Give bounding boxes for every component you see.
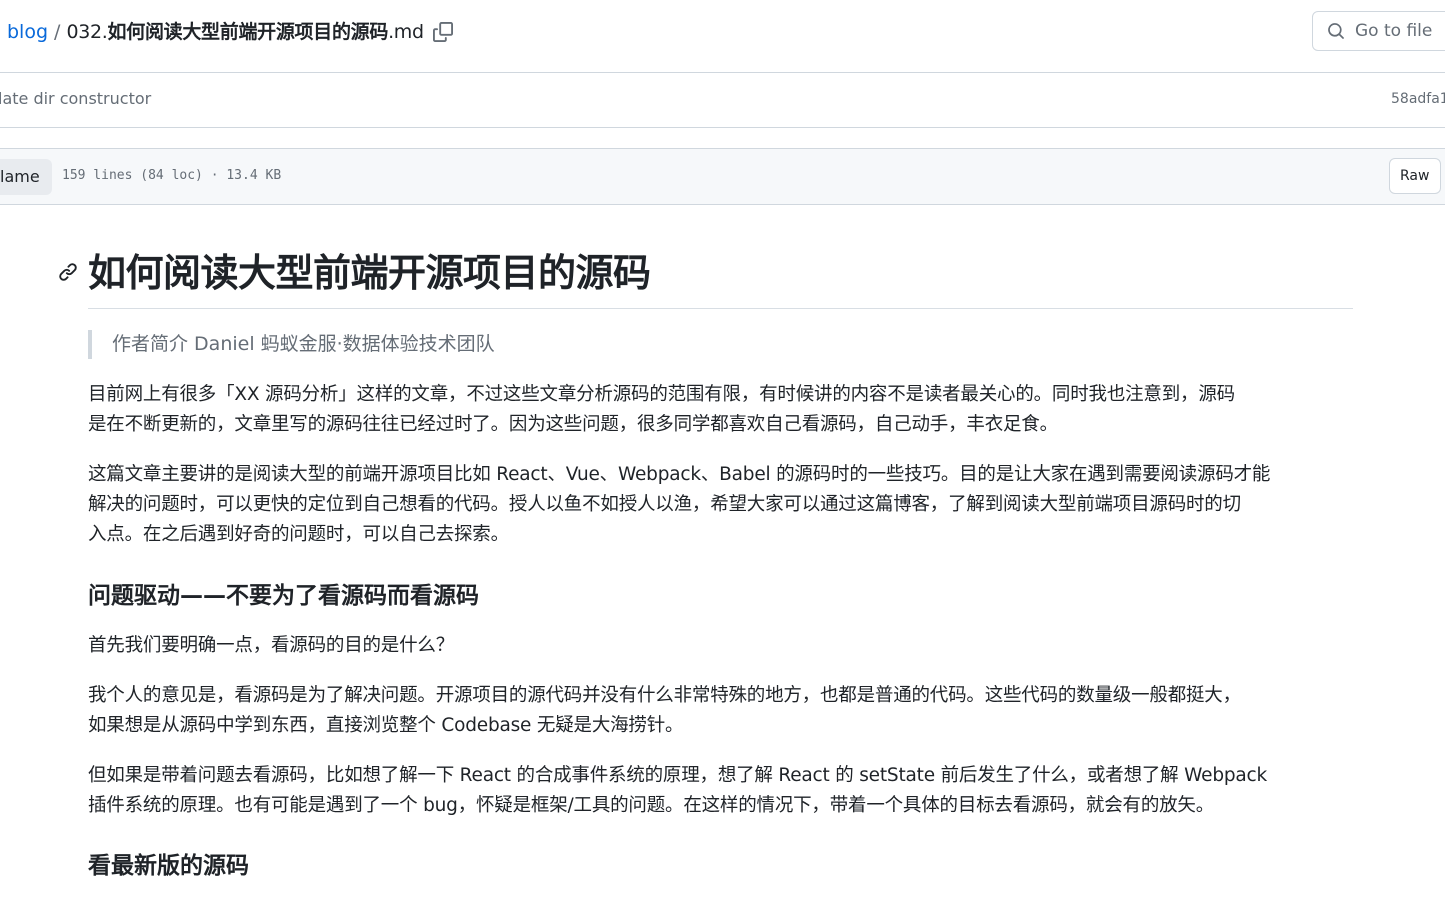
file-info: 159 lines (84 loc) · 13.4 KB bbox=[62, 168, 282, 183]
paragraph-line: 这篇文章主要讲的是阅读大型的前端开源项目比如 React、Vue、Webpack… bbox=[88, 464, 1271, 485]
search-icon bbox=[1328, 23, 1344, 39]
go-to-file-placeholder: Go to file bbox=[1355, 21, 1433, 41]
file-header: blog / 032.如何阅读大型前端开源项目的源码.md Go to file bbox=[0, 0, 1445, 72]
page: blog / 032.如何阅读大型前端开源项目的源码.md Go to file… bbox=[0, 0, 1445, 901]
paragraph-line: 首先我们要明确一点，看源码的目的是什么？ bbox=[88, 635, 455, 656]
section-heading-problem-driven: 问题驱动——不要为了看源码而看源码 bbox=[88, 583, 479, 609]
paragraph-line: 入点。在之后遇到好奇的问题时，可以自己去探索。 bbox=[88, 524, 509, 545]
paragraph-question: 首先我们要明确一点，看源码的目的是什么？ bbox=[88, 631, 1358, 661]
file-name: 032.如何阅读大型前端开源项目的源码.md bbox=[66, 19, 424, 45]
raw-button[interactable]: Raw bbox=[1389, 158, 1441, 194]
section-heading-latest-source: 看最新版的源码 bbox=[88, 853, 249, 879]
paragraph-examples: 但如果是带着问题去看源码，比如想了解一下 React 的合成事件系统的原理，想了… bbox=[88, 761, 1358, 821]
paragraph-line: 如果想是从源码中学到东西，直接浏览整个 Codebase 无疑是大海捞针。 bbox=[88, 715, 684, 736]
commit-sha[interactable]: 58adfa1 bbox=[1391, 91, 1445, 107]
paragraph-purpose: 这篇文章主要讲的是阅读大型的前端开源项目比如 React、Vue、Webpack… bbox=[88, 460, 1358, 550]
blame-button[interactable]: lame bbox=[0, 159, 52, 195]
paragraph-line: 插件系统的原理。也有可能是遇到了一个 bug，怀疑是框架/工具的问题。在这样的情… bbox=[88, 795, 1215, 816]
markdown-body: 如何阅读大型前端开源项目的源码 作者简介 Daniel 蚂蚁金服·数据体验技术团… bbox=[0, 205, 1445, 901]
copy-path-button[interactable] bbox=[430, 19, 456, 45]
repo-link[interactable]: blog bbox=[7, 19, 48, 45]
heading-anchor-link[interactable] bbox=[58, 262, 78, 282]
paragraph-intro: 目前网上有很多「XX 源码分析」这样的文章，不过这些文章分析源码的范围有限，有时… bbox=[88, 380, 1358, 440]
paragraph-opinion: 我个人的意见是，看源码是为了解决问题。开源项目的源代码并没有什么非常特殊的地方，… bbox=[88, 681, 1358, 741]
copy-icon bbox=[432, 22, 453, 42]
paragraph-line: 解决的问题时，可以更快的定位到自己想看的代码。授人以鱼不如授人以渔，希望大家可以… bbox=[88, 494, 1241, 515]
breadcrumb-separator: / bbox=[54, 21, 61, 43]
article-title: 如何阅读大型前端开源项目的源码 bbox=[88, 251, 651, 295]
paragraph-line: 目前网上有很多「XX 源码分析」这样的文章，不过这些文章分析源码的范围有限，有时… bbox=[88, 384, 1235, 405]
latest-commit-bar: late dir constructor 58adfa1 bbox=[0, 72, 1445, 128]
file-name-ext: .md bbox=[388, 21, 424, 43]
file-toolbar: lame 159 lines (84 loc) · 13.4 KB Raw bbox=[0, 148, 1445, 205]
paragraph-line: 是在不断更新的，文章里写的源码往往已经过时了。因为这些问题，很多同学都喜欢自己看… bbox=[88, 414, 1058, 435]
author-blockquote: 作者简介 Daniel 蚂蚁金服·数据体验技术团队 bbox=[88, 330, 495, 359]
paragraph-line: 我个人的意见是，看源码是为了解决问题。开源项目的源代码并没有什么非常特殊的地方，… bbox=[88, 685, 1241, 706]
go-to-file-input[interactable]: Go to file bbox=[1312, 11, 1445, 51]
file-name-title: 如何阅读大型前端开源项目的源码 bbox=[107, 21, 389, 43]
breadcrumb: blog / 032.如何阅读大型前端开源项目的源码.md bbox=[7, 19, 456, 45]
title-divider bbox=[88, 308, 1353, 309]
paragraph-line: 但如果是带着问题去看源码，比如想了解一下 React 的合成事件系统的原理，想了… bbox=[88, 765, 1268, 786]
link-icon bbox=[59, 263, 77, 281]
file-name-prefix: 032. bbox=[66, 21, 108, 43]
commit-message[interactable]: late dir constructor bbox=[0, 89, 151, 108]
